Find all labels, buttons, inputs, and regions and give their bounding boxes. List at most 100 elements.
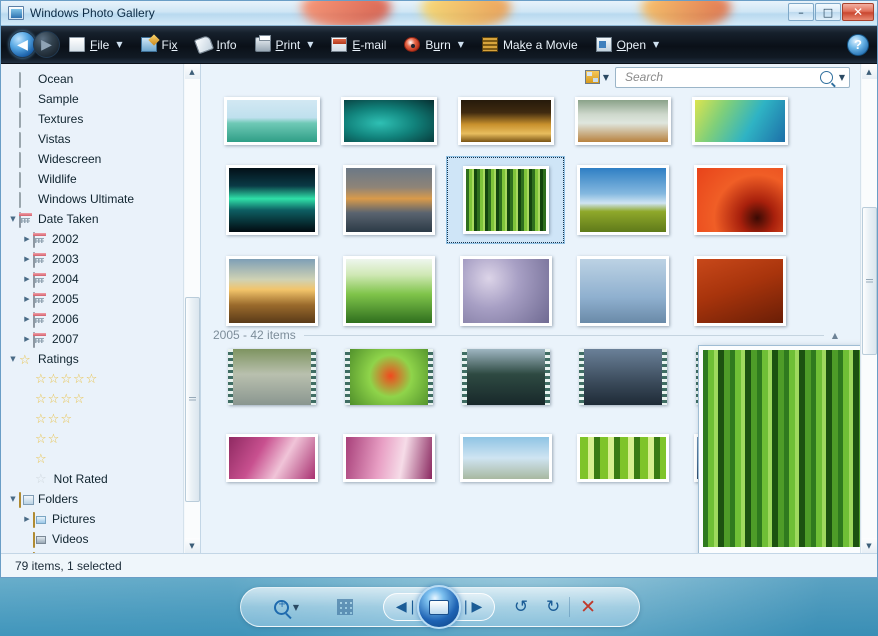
sidebar-item-textures[interactable]: Textures <box>1 109 183 129</box>
green-leaves-thumb[interactable] <box>576 434 669 482</box>
thumbnail-cell[interactable] <box>213 248 330 334</box>
thumbnail-cell[interactable] <box>564 430 681 486</box>
gallery-scroll-track[interactable] <box>861 79 877 538</box>
toolbar-item-burn[interactable]: Burn ▼ <box>395 31 473 59</box>
mountain-lake-thumb[interactable] <box>342 165 435 235</box>
sidebar-item-pictures[interactable]: ▶ Pictures <box>1 509 183 529</box>
toolbar-item-open[interactable]: Open ▼ <box>587 31 669 59</box>
forward-button[interactable]: ▶ <box>33 31 60 58</box>
bear-river-video[interactable] <box>227 349 316 405</box>
thumbnail-cell[interactable] <box>330 430 447 486</box>
search-icon[interactable] <box>819 70 833 84</box>
thumbnail-cell-selected[interactable] <box>446 156 565 244</box>
sidebar-item-public-pictures[interactable]: ▶ Public Pictures <box>1 549 183 553</box>
expand-triangle-icon[interactable]: ▶ <box>21 335 33 343</box>
sidebar-item-year-2006[interactable]: ▶ 2006 <box>1 309 183 329</box>
thumbnail-cell[interactable] <box>447 248 564 334</box>
search-box[interactable]: ▼ <box>615 66 850 88</box>
sidebar-item-year-2002[interactable]: ▶ 2002 <box>1 229 183 249</box>
back-button[interactable]: ◀ <box>9 31 36 58</box>
thumbnail-cell[interactable] <box>213 157 330 243</box>
thumbnail-cell[interactable] <box>213 338 330 416</box>
palm-beach-thumb[interactable] <box>223 97 320 145</box>
thumbnail-view-button[interactable] <box>337 599 354 615</box>
thumbnail-cell[interactable] <box>681 90 798 152</box>
aurora-thumb[interactable] <box>225 165 318 235</box>
thumbnail-cell[interactable] <box>564 248 681 334</box>
sidebar-item-ratings[interactable]: ▼ ☆ Ratings <box>1 349 183 369</box>
red-rock-thumb[interactable] <box>693 256 786 326</box>
search-input[interactable] <box>623 69 820 85</box>
delete-button[interactable]: ✕ <box>570 596 606 618</box>
toolbar-item-info[interactable]: Info <box>187 31 246 59</box>
chevron-down-icon[interactable]: ▼ <box>293 603 299 612</box>
collapse-triangle-icon[interactable]: ▼ <box>7 215 19 223</box>
toolbar-item-fix[interactable]: Fix <box>132 31 187 59</box>
maximize-button[interactable]: □ <box>815 3 841 21</box>
hidden-thumb-4[interactable] <box>576 256 669 326</box>
expand-triangle-icon[interactable]: ▶ <box>21 295 33 303</box>
sidebar-item-year-2007[interactable]: ▶ 2007 <box>1 329 183 349</box>
rotate-clockwise-button[interactable]: ↻ <box>537 597 569 617</box>
green-swirl-thumb[interactable] <box>691 97 788 145</box>
expand-triangle-icon[interactable]: ▶ <box>21 255 33 263</box>
pink-macro2-thumb[interactable] <box>342 434 435 482</box>
sidebar-item-rating-2[interactable]: ☆ ☆ <box>1 429 183 449</box>
sidebar-item-year-2003[interactable]: ▶ 2003 <box>1 249 183 269</box>
thumbnail-cell[interactable] <box>330 248 447 334</box>
expand-triangle-icon[interactable]: ▶ <box>21 275 33 283</box>
sidebar-scroll-track[interactable] <box>184 79 200 538</box>
thumbnail-cell[interactable] <box>330 157 447 243</box>
sidebar-scrollbar[interactable]: ▲ ▼ <box>183 64 200 553</box>
sunset-reeds-thumb[interactable] <box>225 256 318 326</box>
golden-cave-thumb[interactable] <box>457 97 554 145</box>
sidebar-item-widescreen[interactable]: Widescreen <box>1 149 183 169</box>
thumbnail-cell[interactable] <box>330 338 447 416</box>
thumbnail-cell[interactable] <box>681 248 798 334</box>
rotate-counterclockwise-button[interactable]: ↺ <box>505 597 537 617</box>
dewy-grass-thumb[interactable] <box>342 256 435 326</box>
thumbnail-cell[interactable] <box>213 90 330 152</box>
thumbnail-cell[interactable] <box>330 90 447 152</box>
bamboo-thumb[interactable] <box>462 166 549 234</box>
thumbnail-cell[interactable] <box>213 430 330 486</box>
stone-path-thumb[interactable] <box>574 97 671 145</box>
sidebar-scroll-up-button[interactable]: ▲ <box>184 64 200 79</box>
sidebar-item-folders[interactable]: ▼ Folders <box>1 489 183 509</box>
collapse-triangle-icon[interactable]: ▼ <box>7 355 19 363</box>
sidebar-item-rating-5[interactable]: ☆ ☆ ☆ ☆ ☆ <box>1 369 183 389</box>
gallery-scroll-down-button[interactable]: ▼ <box>861 538 877 553</box>
sidebar-item-vistas[interactable]: Vistas <box>1 129 183 149</box>
expand-triangle-icon[interactable]: ▶ <box>21 235 33 243</box>
zoom-button[interactable]: ▼ <box>273 599 299 615</box>
pink-macro-thumb[interactable] <box>225 434 318 482</box>
chevron-down-icon[interactable]: ▼ <box>839 73 845 82</box>
sidebar-item-wildlife[interactable]: Wildlife <box>1 169 183 189</box>
thumbnail-cell[interactable] <box>447 430 564 486</box>
sidebar-scroll-down-button[interactable]: ▼ <box>184 538 200 553</box>
red-gerbera-thumb[interactable] <box>693 165 786 235</box>
thumbnail-cell[interactable] <box>564 338 681 416</box>
sidebar-item-rating-4[interactable]: ☆ ☆ ☆ ☆ <box>1 389 183 409</box>
sidebar-item-year-2005[interactable]: ▶ 2005 <box>1 289 183 309</box>
sidebar-item-not-rated[interactable]: ☆ Not Rated <box>1 469 183 489</box>
sidebar-item-rating-1[interactable]: ☆ <box>1 449 183 469</box>
sidebar-item-year-2004[interactable]: ▶ 2004 <box>1 269 183 289</box>
thumbnail-cell[interactable] <box>564 157 681 243</box>
thumbnail-cell[interactable] <box>447 338 564 416</box>
sidebar-item-windows-ultimate[interactable]: Windows Ultimate <box>1 189 183 209</box>
toolbar-item-print[interactable]: Print ▼ <box>246 31 323 59</box>
gallery-scroll-thumb[interactable] <box>861 207 877 355</box>
help-button[interactable]: ? <box>847 33 869 56</box>
sky-bird-thumb[interactable] <box>459 434 552 482</box>
coastline-video[interactable] <box>461 349 550 405</box>
collapse-triangle-icon[interactable]: ▼ <box>7 495 19 503</box>
view-options-button[interactable]: ▼ <box>584 70 609 84</box>
sidebar-item-videos[interactable]: Videos <box>1 529 183 549</box>
thumbnail-cell[interactable] <box>681 157 798 243</box>
sidebar-scroll-thumb[interactable] <box>184 297 200 502</box>
minimize-button[interactable]: – <box>788 3 814 21</box>
expand-triangle-icon[interactable]: ▶ <box>21 515 33 523</box>
thumbnail-cell[interactable] <box>564 90 681 152</box>
gallery-scroll-up-button[interactable]: ▲ <box>861 64 877 79</box>
